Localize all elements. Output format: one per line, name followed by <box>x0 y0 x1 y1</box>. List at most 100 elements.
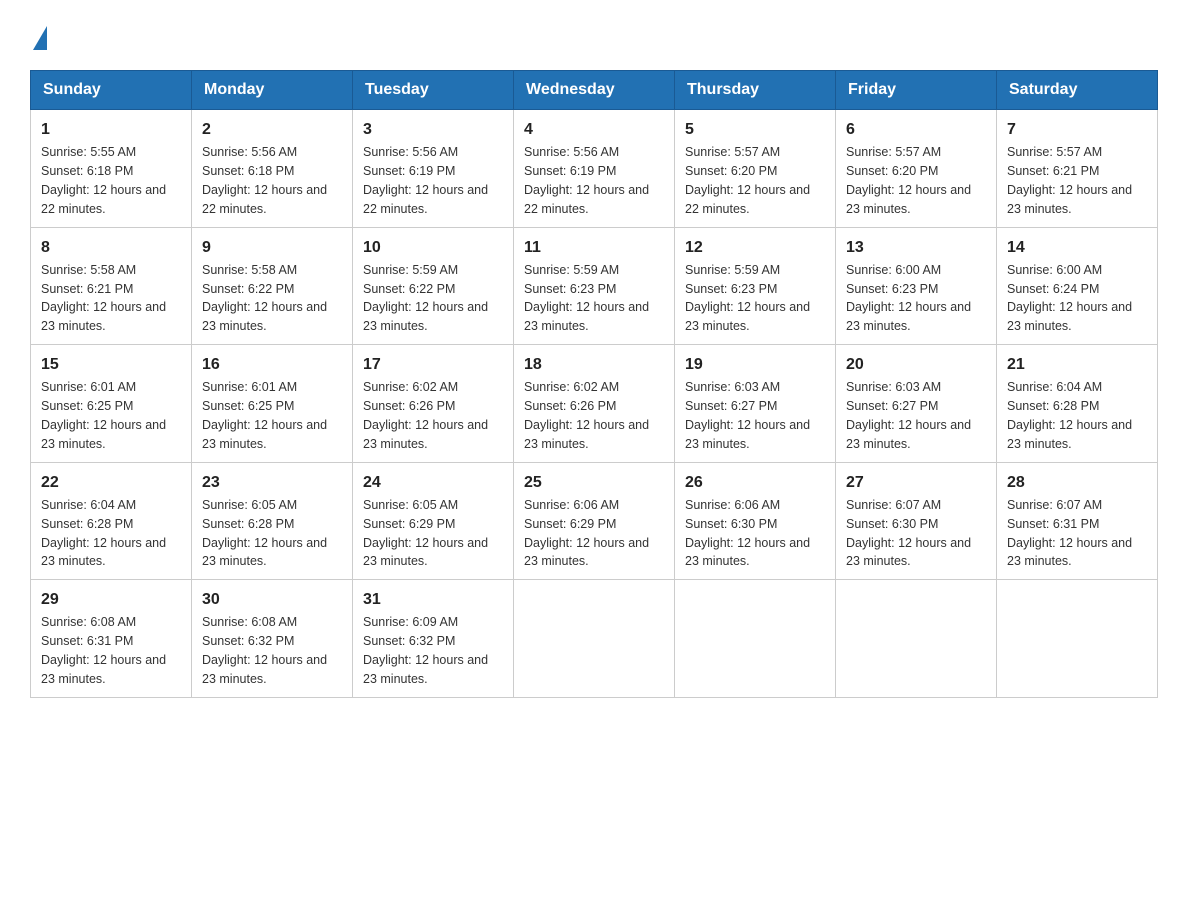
day-number: 5 <box>685 118 825 141</box>
day-number: 21 <box>1007 353 1147 376</box>
day-info: Sunrise: 6:08 AMSunset: 6:32 PMDaylight:… <box>202 615 327 686</box>
day-info: Sunrise: 5:56 AMSunset: 6:19 PMDaylight:… <box>524 145 649 216</box>
day-number: 10 <box>363 236 503 259</box>
day-number: 14 <box>1007 236 1147 259</box>
day-info: Sunrise: 6:05 AMSunset: 6:29 PMDaylight:… <box>363 498 488 569</box>
day-info: Sunrise: 5:58 AMSunset: 6:22 PMDaylight:… <box>202 263 327 334</box>
day-number: 9 <box>202 236 342 259</box>
day-info: Sunrise: 5:56 AMSunset: 6:18 PMDaylight:… <box>202 145 327 216</box>
day-info: Sunrise: 5:58 AMSunset: 6:21 PMDaylight:… <box>41 263 166 334</box>
day-number: 27 <box>846 471 986 494</box>
header-saturday: Saturday <box>997 71 1158 110</box>
logo <box>30 20 47 50</box>
day-number: 4 <box>524 118 664 141</box>
day-number: 31 <box>363 588 503 611</box>
day-info: Sunrise: 6:01 AMSunset: 6:25 PMDaylight:… <box>41 380 166 451</box>
day-info: Sunrise: 6:02 AMSunset: 6:26 PMDaylight:… <box>524 380 649 451</box>
calendar-day-cell: 26 Sunrise: 6:06 AMSunset: 6:30 PMDayligh… <box>675 462 836 580</box>
day-number: 1 <box>41 118 181 141</box>
page-header <box>30 20 1158 50</box>
day-info: Sunrise: 6:02 AMSunset: 6:26 PMDaylight:… <box>363 380 488 451</box>
calendar-day-cell: 27 Sunrise: 6:07 AMSunset: 6:30 PMDayligh… <box>836 462 997 580</box>
day-number: 26 <box>685 471 825 494</box>
calendar-day-cell: 8Sunrise: 5:58 AMSunset: 6:21 PMDaylight… <box>31 227 192 345</box>
day-info: Sunrise: 5:57 AMSunset: 6:21 PMDaylight:… <box>1007 145 1132 216</box>
day-number: 30 <box>202 588 342 611</box>
day-number: 29 <box>41 588 181 611</box>
calendar-day-cell: 9 Sunrise: 5:58 AMSunset: 6:22 PMDaylight… <box>192 227 353 345</box>
calendar-day-cell: 22 Sunrise: 6:04 AMSunset: 6:28 PMDayligh… <box>31 462 192 580</box>
day-number: 15 <box>41 353 181 376</box>
header-thursday: Thursday <box>675 71 836 110</box>
day-info: Sunrise: 6:09 AMSunset: 6:32 PMDaylight:… <box>363 615 488 686</box>
calendar-day-cell: 10 Sunrise: 5:59 AMSunset: 6:22 PMDayligh… <box>353 227 514 345</box>
calendar-day-cell: 29Sunrise: 6:08 AMSunset: 6:31 PMDayligh… <box>31 580 192 698</box>
day-number: 28 <box>1007 471 1147 494</box>
calendar-day-cell: 16Sunrise: 6:01 AMSunset: 6:25 PMDayligh… <box>192 345 353 463</box>
day-info: Sunrise: 6:00 AMSunset: 6:23 PMDaylight:… <box>846 263 971 334</box>
day-number: 22 <box>41 471 181 494</box>
calendar-day-cell <box>675 580 836 698</box>
calendar-day-cell <box>836 580 997 698</box>
day-number: 13 <box>846 236 986 259</box>
day-number: 20 <box>846 353 986 376</box>
calendar-week-row: 15 Sunrise: 6:01 AMSunset: 6:25 PMDayligh… <box>31 345 1158 463</box>
calendar-day-cell: 2 Sunrise: 5:56 AMSunset: 6:18 PMDaylight… <box>192 110 353 228</box>
day-number: 17 <box>363 353 503 376</box>
day-info: Sunrise: 6:00 AMSunset: 6:24 PMDaylight:… <box>1007 263 1132 334</box>
day-info: Sunrise: 6:03 AMSunset: 6:27 PMDaylight:… <box>685 380 810 451</box>
calendar-table: Sunday Monday Tuesday Wednesday Thursday… <box>30 70 1158 698</box>
calendar-day-cell: 18 Sunrise: 6:02 AMSunset: 6:26 PMDayligh… <box>514 345 675 463</box>
header-sunday: Sunday <box>31 71 192 110</box>
day-info: Sunrise: 6:04 AMSunset: 6:28 PMDaylight:… <box>1007 380 1132 451</box>
day-info: Sunrise: 6:06 AMSunset: 6:30 PMDaylight:… <box>685 498 810 569</box>
calendar-day-cell <box>997 580 1158 698</box>
header-friday: Friday <box>836 71 997 110</box>
calendar-day-cell: 3 Sunrise: 5:56 AMSunset: 6:19 PMDaylight… <box>353 110 514 228</box>
calendar-day-cell: 14 Sunrise: 6:00 AMSunset: 6:24 PMDayligh… <box>997 227 1158 345</box>
calendar-day-cell: 12 Sunrise: 5:59 AMSunset: 6:23 PMDayligh… <box>675 227 836 345</box>
header-tuesday: Tuesday <box>353 71 514 110</box>
calendar-day-cell: 17 Sunrise: 6:02 AMSunset: 6:26 PMDayligh… <box>353 345 514 463</box>
day-info: Sunrise: 5:55 AMSunset: 6:18 PMDaylight:… <box>41 145 166 216</box>
day-number: 2 <box>202 118 342 141</box>
calendar-day-cell: 25Sunrise: 6:06 AMSunset: 6:29 PMDayligh… <box>514 462 675 580</box>
calendar-day-cell: 4 Sunrise: 5:56 AMSunset: 6:19 PMDaylight… <box>514 110 675 228</box>
day-info: Sunrise: 5:59 AMSunset: 6:22 PMDaylight:… <box>363 263 488 334</box>
day-info: Sunrise: 6:06 AMSunset: 6:29 PMDaylight:… <box>524 498 649 569</box>
header-monday: Monday <box>192 71 353 110</box>
day-number: 3 <box>363 118 503 141</box>
day-number: 18 <box>524 353 664 376</box>
day-info: Sunrise: 6:07 AMSunset: 6:30 PMDaylight:… <box>846 498 971 569</box>
calendar-day-cell: 23 Sunrise: 6:05 AMSunset: 6:28 PMDayligh… <box>192 462 353 580</box>
day-info: Sunrise: 6:07 AMSunset: 6:31 PMDaylight:… <box>1007 498 1132 569</box>
day-number: 7 <box>1007 118 1147 141</box>
calendar-week-row: 1 Sunrise: 5:55 AMSunset: 6:18 PMDaylight… <box>31 110 1158 228</box>
calendar-day-cell: 21 Sunrise: 6:04 AMSunset: 6:28 PMDayligh… <box>997 345 1158 463</box>
day-number: 12 <box>685 236 825 259</box>
calendar-day-cell: 31 Sunrise: 6:09 AMSunset: 6:32 PMDayligh… <box>353 580 514 698</box>
calendar-day-cell: 15 Sunrise: 6:01 AMSunset: 6:25 PMDayligh… <box>31 345 192 463</box>
calendar-day-cell: 30 Sunrise: 6:08 AMSunset: 6:32 PMDayligh… <box>192 580 353 698</box>
calendar-day-cell: 19 Sunrise: 6:03 AMSunset: 6:27 PMDayligh… <box>675 345 836 463</box>
day-info: Sunrise: 6:05 AMSunset: 6:28 PMDaylight:… <box>202 498 327 569</box>
calendar-week-row: 22 Sunrise: 6:04 AMSunset: 6:28 PMDayligh… <box>31 462 1158 580</box>
day-info: Sunrise: 5:59 AMSunset: 6:23 PMDaylight:… <box>524 263 649 334</box>
day-info: Sunrise: 5:57 AMSunset: 6:20 PMDaylight:… <box>846 145 971 216</box>
calendar-day-cell: 28 Sunrise: 6:07 AMSunset: 6:31 PMDayligh… <box>997 462 1158 580</box>
calendar-day-cell: 6Sunrise: 5:57 AMSunset: 6:20 PMDaylight… <box>836 110 997 228</box>
day-info: Sunrise: 5:59 AMSunset: 6:23 PMDaylight:… <box>685 263 810 334</box>
calendar-day-cell: 1 Sunrise: 5:55 AMSunset: 6:18 PMDaylight… <box>31 110 192 228</box>
day-number: 19 <box>685 353 825 376</box>
calendar-day-cell <box>514 580 675 698</box>
calendar-day-cell: 24 Sunrise: 6:05 AMSunset: 6:29 PMDayligh… <box>353 462 514 580</box>
day-number: 23 <box>202 471 342 494</box>
calendar-day-cell: 7 Sunrise: 5:57 AMSunset: 6:21 PMDaylight… <box>997 110 1158 228</box>
calendar-day-cell: 5Sunrise: 5:57 AMSunset: 6:20 PMDaylight… <box>675 110 836 228</box>
day-number: 24 <box>363 471 503 494</box>
calendar-day-cell: 11Sunrise: 5:59 AMSunset: 6:23 PMDayligh… <box>514 227 675 345</box>
day-info: Sunrise: 6:04 AMSunset: 6:28 PMDaylight:… <box>41 498 166 569</box>
calendar-week-row: 29Sunrise: 6:08 AMSunset: 6:31 PMDayligh… <box>31 580 1158 698</box>
day-info: Sunrise: 5:56 AMSunset: 6:19 PMDaylight:… <box>363 145 488 216</box>
header-wednesday: Wednesday <box>514 71 675 110</box>
